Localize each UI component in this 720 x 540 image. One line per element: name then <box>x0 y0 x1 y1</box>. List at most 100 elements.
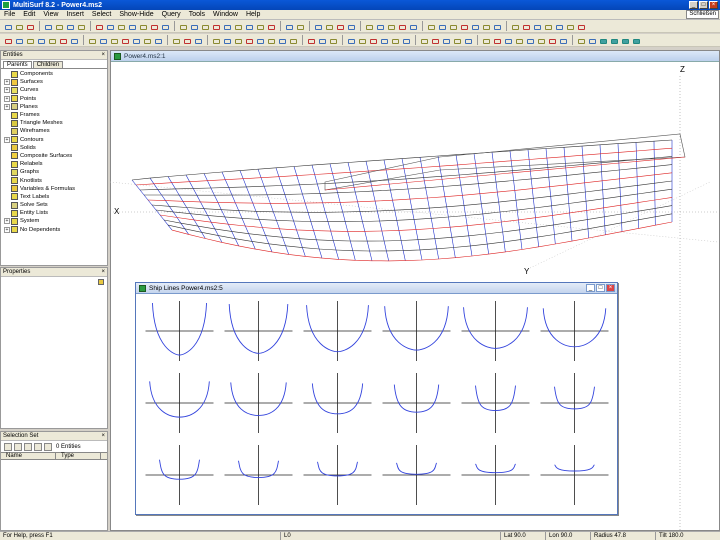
expand-icon[interactable]: + <box>4 218 10 225</box>
app-title-bar[interactable]: MultiSurf 8.2 - Power4.ms2 _ □ × <box>0 0 720 10</box>
toolbar-tool-icon[interactable] <box>401 36 410 45</box>
toolbar-tool-icon[interactable] <box>364 22 373 31</box>
tree-item[interactable]: Solve Sets <box>1 201 107 209</box>
toolbar-tool-icon[interactable] <box>408 22 417 31</box>
menu-file[interactable]: File <box>0 11 19 18</box>
tree-item[interactable]: Components <box>1 70 107 78</box>
toolbar-tool-icon[interactable] <box>463 36 472 45</box>
menu-view[interactable]: View <box>39 11 62 18</box>
tree-item[interactable]: Frames <box>1 111 107 119</box>
toolbar-tool-icon[interactable] <box>620 36 629 45</box>
toolbar-tool-icon[interactable] <box>284 22 293 31</box>
move-down-icon[interactable] <box>24 442 32 451</box>
selection-panel-close-icon[interactable]: × <box>101 433 105 439</box>
toolbar-tool-icon[interactable] <box>430 36 439 45</box>
toolbar-tool-icon[interactable] <box>335 22 344 31</box>
maximize-button[interactable]: □ <box>699 1 708 9</box>
expand-icon[interactable]: + <box>4 79 10 86</box>
toolbar-tool-icon[interactable] <box>211 36 220 45</box>
toolbar-tool-icon[interactable] <box>222 22 231 31</box>
toolbar-tool-icon[interactable] <box>532 22 541 31</box>
schliessen-button[interactable]: Schließen <box>686 10 719 19</box>
toolbar-tool-icon[interactable] <box>357 36 366 45</box>
toolbar-tool-icon[interactable] <box>576 36 585 45</box>
menu-select[interactable]: Select <box>88 11 115 18</box>
toolbar-tool-icon[interactable] <box>3 36 12 45</box>
toolbar-tool-icon[interactable] <box>510 22 519 31</box>
toolbar-tool-icon[interactable] <box>346 36 355 45</box>
tree-item[interactable]: Knotlists <box>1 176 107 185</box>
toolbar-tool-icon[interactable] <box>244 36 253 45</box>
toolbar-tool-icon[interactable] <box>65 22 74 31</box>
toolbar-tool-icon[interactable] <box>222 36 231 45</box>
toolbar-tool-icon[interactable] <box>295 22 304 31</box>
toolbar-tool-icon[interactable] <box>87 36 96 45</box>
toolbar-tool-icon[interactable] <box>525 36 534 45</box>
ship-lines-window[interactable]: Ship Lines Power4.ms2:5 _ □ × <box>135 282 618 515</box>
tab-children[interactable]: Children <box>32 61 64 68</box>
toolbar-tool-icon[interactable] <box>14 36 23 45</box>
tab-parents[interactable]: Parents <box>3 61 32 68</box>
menu-help[interactable]: Help <box>242 11 264 18</box>
minimize-button[interactable]: _ <box>689 1 698 9</box>
toolbar-tool-icon[interactable] <box>105 22 114 31</box>
toolbar-tool-icon[interactable] <box>266 36 275 45</box>
column-type[interactable]: Type <box>56 453 101 459</box>
menu-query[interactable]: Query <box>158 11 185 18</box>
toolbar-tool-icon[interactable] <box>547 36 556 45</box>
expand-icon[interactable]: + <box>4 103 10 110</box>
toolbar-tool-icon[interactable] <box>255 36 264 45</box>
expand-icon[interactable]: + <box>4 136 10 143</box>
toolbar-tool-icon[interactable] <box>437 22 446 31</box>
toolbar-tool-icon[interactable] <box>470 22 479 31</box>
toolbar-tool-icon[interactable] <box>25 22 34 31</box>
toolbar-tool-icon[interactable] <box>328 36 337 45</box>
tree-item[interactable]: Text Labels <box>1 193 107 201</box>
toolbar-tool-icon[interactable] <box>244 22 253 31</box>
toolbar-tool-icon[interactable] <box>587 36 596 45</box>
toolbar-tool-icon[interactable] <box>426 22 435 31</box>
toolbar-tool-icon[interactable] <box>211 22 220 31</box>
entities-panel-close-icon[interactable]: × <box>101 52 105 58</box>
toolbar-tool-icon[interactable] <box>182 36 191 45</box>
toolbar-tool-icon[interactable] <box>25 36 34 45</box>
toolbar-tool-icon[interactable] <box>47 36 56 45</box>
toolbar-tool-icon[interactable] <box>98 36 107 45</box>
ship-lines-title-bar[interactable]: Ship Lines Power4.ms2:5 _ □ × <box>136 283 617 294</box>
remove-icon[interactable] <box>34 442 42 451</box>
toolbar-tool-icon[interactable] <box>554 22 563 31</box>
toolbar-tool-icon[interactable] <box>58 36 67 45</box>
menu-show-hide[interactable]: Show-Hide <box>115 11 157 18</box>
tree-item[interactable]: + Planes <box>1 103 107 111</box>
toolbar-tool-icon[interactable] <box>317 36 326 45</box>
properties-panel-close-icon[interactable]: × <box>101 269 105 275</box>
toolbar-tool-icon[interactable] <box>233 36 242 45</box>
toolbar-tool-icon[interactable] <box>142 36 151 45</box>
toolbar-tool-icon[interactable] <box>109 36 118 45</box>
toolbar-tool-icon[interactable] <box>452 36 461 45</box>
select-all-icon[interactable] <box>4 442 12 451</box>
tree-item[interactable]: + Curves <box>1 86 107 94</box>
toolbar-tool-icon[interactable] <box>631 36 640 45</box>
tree-item[interactable]: + Points <box>1 95 107 103</box>
toolbar-tool-icon[interactable] <box>36 36 45 45</box>
tree-item[interactable]: Variables & Formulas <box>1 185 107 193</box>
toolbar-tool-icon[interactable] <box>266 22 275 31</box>
toolbar-tool-icon[interactable] <box>131 36 140 45</box>
toolbar-tool-icon[interactable] <box>543 22 552 31</box>
toolbar-tool-icon[interactable] <box>492 36 501 45</box>
toolbar-tool-icon[interactable] <box>419 36 428 45</box>
toolbar-tool-icon[interactable] <box>492 22 501 31</box>
toolbar-tool-icon[interactable] <box>69 36 78 45</box>
toolbar-tool-icon[interactable] <box>288 36 297 45</box>
toolbar-tool-icon[interactable] <box>94 22 103 31</box>
toolbar-tool-icon[interactable] <box>514 36 523 45</box>
toolbar-tool-icon[interactable] <box>160 22 169 31</box>
toolbar-tool-icon[interactable] <box>149 22 158 31</box>
toolbar-tool-icon[interactable] <box>346 22 355 31</box>
toolbar-tool-icon[interactable] <box>390 36 399 45</box>
toolbar-tool-icon[interactable] <box>153 36 162 45</box>
ship-lines-maximize-button[interactable]: □ <box>596 284 605 292</box>
expand-icon[interactable]: + <box>4 226 10 233</box>
menu-insert[interactable]: Insert <box>62 11 88 18</box>
